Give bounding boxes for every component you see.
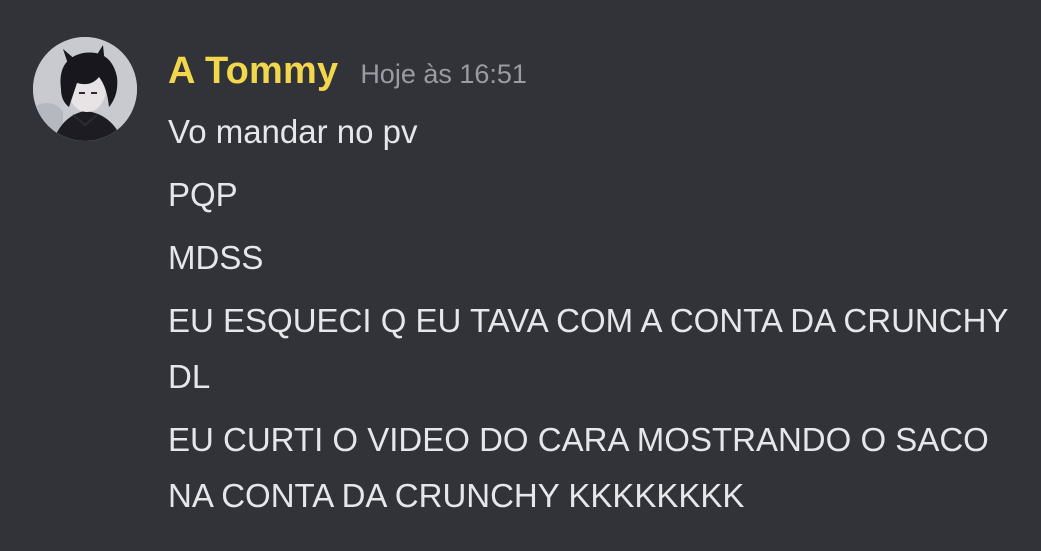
user-avatar[interactable] bbox=[33, 37, 137, 141]
timestamp: Hoje às 16:51 bbox=[360, 59, 527, 89]
message-group: A Tommy Hoje às 16:51 Vo mandar no pv PQ… bbox=[0, 0, 1041, 551]
message-list: Vo mandar no pv PQP MDSS EU ESQUECI Q EU… bbox=[168, 104, 1018, 531]
message-text: Vo mandar no pv bbox=[168, 113, 418, 150]
message-text: MDSS bbox=[168, 239, 264, 276]
message-text: EU ESQUECI Q EU TAVA COM A CONTA DA CRUN… bbox=[168, 302, 1008, 395]
anime-character-avatar-icon bbox=[33, 37, 137, 141]
message-text: EU CURTI O VIDEO DO CARA MOSTRANDO O SAC… bbox=[168, 421, 989, 514]
message-text: PQP bbox=[168, 176, 238, 213]
username[interactable]: A Tommy bbox=[168, 46, 338, 96]
message-header: A Tommy Hoje às 16:51 bbox=[168, 46, 527, 96]
